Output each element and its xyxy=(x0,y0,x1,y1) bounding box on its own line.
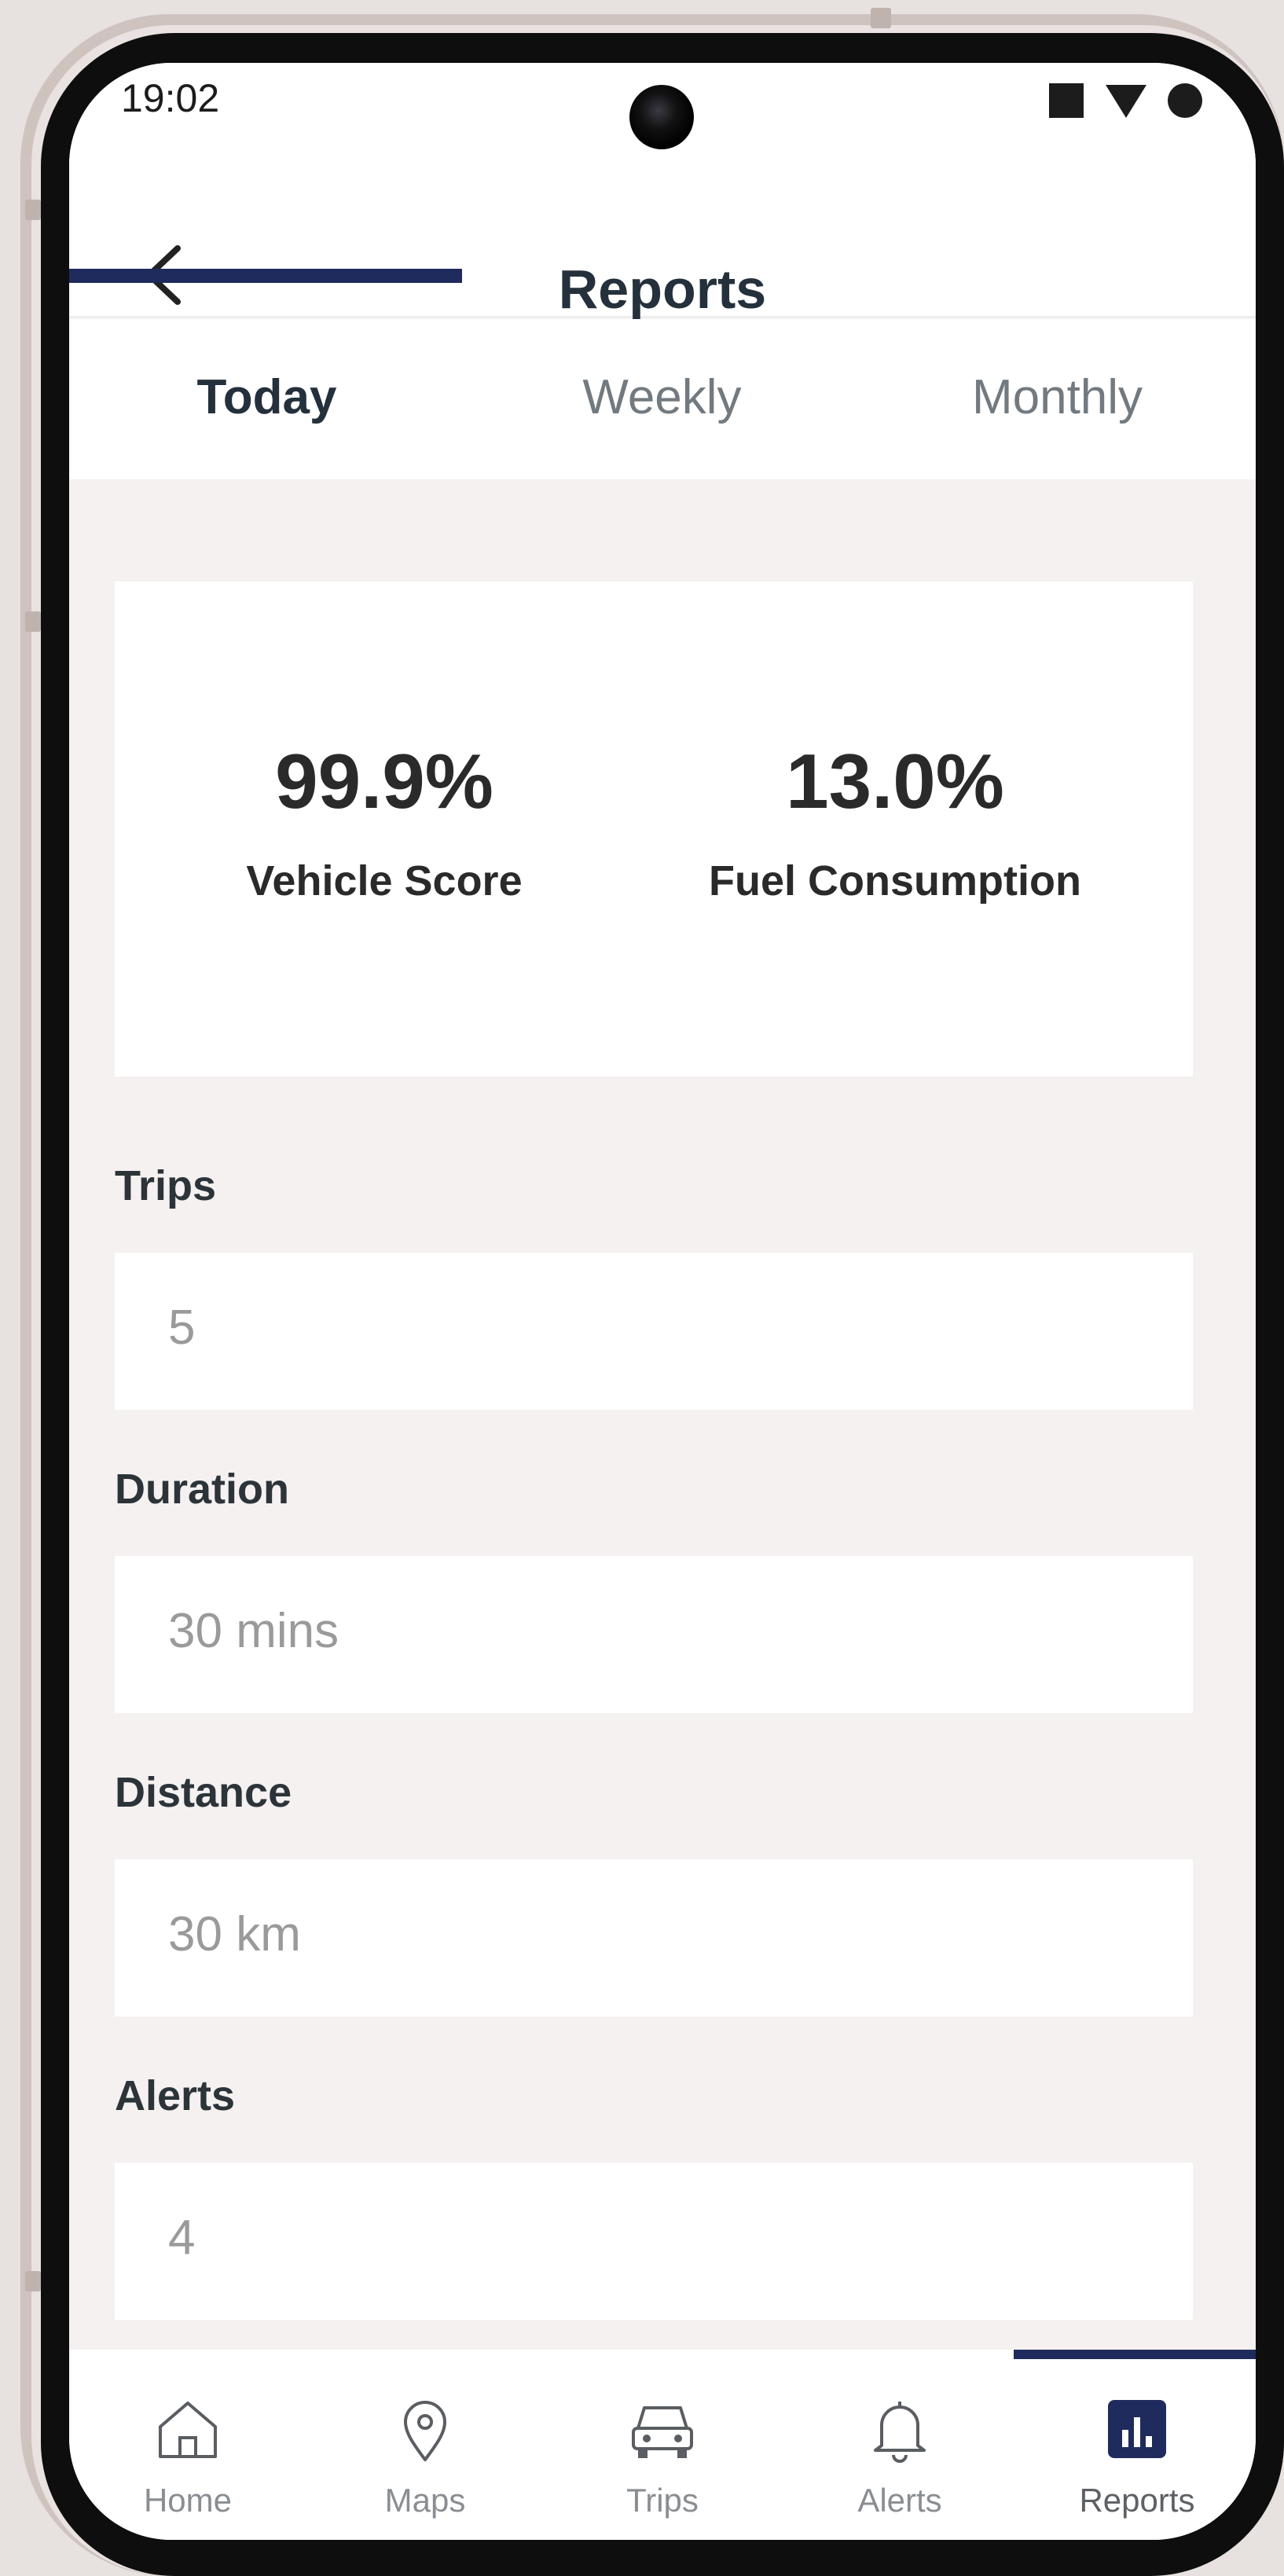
page-title: Reports xyxy=(558,259,767,320)
battery-icon xyxy=(1168,83,1202,118)
trips-value: 5 xyxy=(168,1301,196,1355)
front-camera xyxy=(629,85,694,149)
nav-trips[interactable]: Trips xyxy=(544,2350,781,2540)
app-header: Reports xyxy=(69,157,1256,320)
trips-label: Trips xyxy=(115,1162,217,1209)
fuel-consumption-value: 13.0% xyxy=(786,738,1004,824)
tab-weekly[interactable]: Weekly xyxy=(464,319,860,479)
vehicle-score-label: Vehicle Score xyxy=(246,857,523,905)
alerts-label: Alerts xyxy=(115,2072,236,2119)
nav-trips-label: Trips xyxy=(626,2482,699,2519)
tab-monthly[interactable]: Monthly xyxy=(860,319,1255,479)
vehicle-score-value: 99.9% xyxy=(275,738,493,824)
fuel-consumption-metric: 13.0% Fuel Consumption xyxy=(625,582,1165,1077)
car-icon xyxy=(627,2394,698,2464)
duration-label: Duration xyxy=(115,1466,289,1513)
nav-reports-label: Reports xyxy=(1079,2482,1195,2519)
bottom-navigation: Home Maps Trips Alerts Reports xyxy=(69,2350,1256,2540)
status-bar: 19:02 xyxy=(69,63,1256,157)
stop-icon xyxy=(1049,83,1084,118)
nav-home-label: Home xyxy=(143,2482,233,2519)
distance-value: 30 km xyxy=(168,1907,301,1961)
active-tab-indicator xyxy=(69,269,462,283)
distance-label: Distance xyxy=(115,1769,292,1816)
wifi-icon xyxy=(1106,85,1146,118)
tab-today[interactable]: Today xyxy=(69,319,464,479)
home-icon xyxy=(152,2394,223,2464)
map-pin-icon xyxy=(390,2394,460,2464)
phone-side-button xyxy=(25,200,41,220)
distance-field: 30 km xyxy=(115,1859,1193,2016)
fuel-consumption-label: Fuel Consumption xyxy=(709,857,1081,905)
period-tabs: Today Weekly Monthly xyxy=(69,319,1256,479)
vehicle-score-metric: 99.9% Vehicle Score xyxy=(115,582,654,1077)
phone-top-sensor xyxy=(871,8,891,28)
nav-maps[interactable]: Maps xyxy=(306,2350,544,2540)
nav-alerts-label: Alerts xyxy=(857,2482,942,2519)
nav-alerts[interactable]: Alerts xyxy=(781,2350,1018,2540)
duration-value: 30 mins xyxy=(168,1604,339,1658)
trips-field: 5 xyxy=(115,1253,1193,1410)
nav-maps-label: Maps xyxy=(384,2482,466,2519)
duration-field: 30 mins xyxy=(115,1556,1193,1713)
phone-side-button xyxy=(25,2271,41,2292)
phone-side-button xyxy=(25,611,41,632)
alerts-value: 4 xyxy=(168,2211,196,2265)
status-time: 19:02 xyxy=(121,76,220,120)
summary-card: 99.9% Vehicle Score 13.0% Fuel Consumpti… xyxy=(115,582,1193,1077)
alerts-field: 4 xyxy=(115,2163,1193,2320)
nav-home[interactable]: Home xyxy=(69,2350,306,2540)
bar-chart-icon xyxy=(1102,2394,1172,2464)
nav-reports[interactable]: Reports xyxy=(1018,2350,1256,2540)
app-screen: 19:02 Reports Today Weekly Monthly 99.9%… xyxy=(69,63,1256,2540)
bell-icon xyxy=(864,2394,935,2464)
